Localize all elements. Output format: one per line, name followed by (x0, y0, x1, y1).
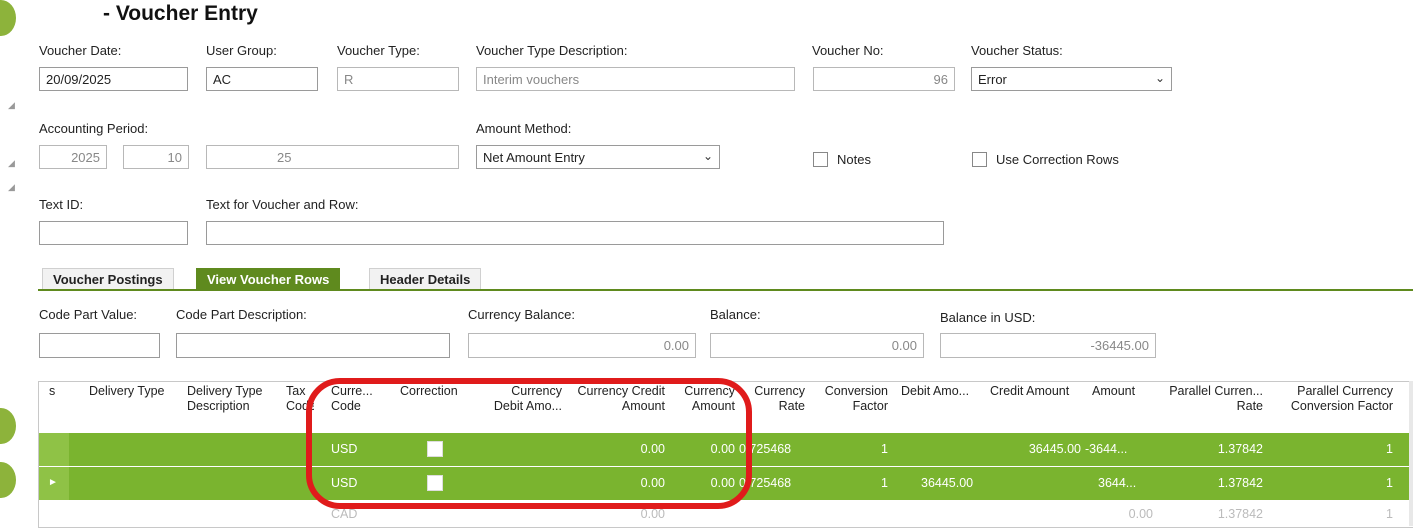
status-bubble (0, 0, 16, 36)
notes-label: Notes (837, 152, 871, 167)
col-header[interactable]: s (49, 384, 55, 399)
col-header[interactable]: Currency Rate (749, 384, 805, 414)
voucher-type-field[interactable]: R (337, 67, 459, 91)
side-marker-icon: ◢ (8, 100, 15, 110)
voucher-status-value: Error (978, 72, 1007, 87)
tab-voucher-postings[interactable]: Voucher Postings (42, 268, 174, 290)
cell-parallel-factor: 1 (1386, 476, 1393, 490)
cell-amount: 0.00 (1128, 507, 1153, 521)
side-marker-icon: ◢ (8, 158, 15, 168)
voucher-status-select[interactable]: Error ⌄ (971, 67, 1172, 91)
voucher-type-label: Voucher Type: (337, 43, 420, 58)
col-header[interactable]: Debit Amo... (901, 384, 969, 399)
col-header[interactable]: Delivery Type (89, 384, 165, 399)
voucher-date-field[interactable]: 20/09/2025 (39, 67, 188, 91)
cell-parallel-rate: 1.37842 (1217, 507, 1263, 521)
amount-method-label: Amount Method: (476, 121, 572, 136)
voucher-no-field[interactable]: 96 (813, 67, 955, 91)
accounting-period-text-field[interactable]: 25 (206, 145, 459, 169)
cell-parallel-factor: 1 (1386, 442, 1393, 456)
balance-field[interactable]: 0.00 (710, 333, 924, 358)
balance-usd-field[interactable]: -36445.00 (940, 333, 1156, 358)
col-header[interactable]: Parallel Currency Conversion Factor (1265, 384, 1393, 414)
cell-currency-credit: 0.00 (640, 507, 665, 521)
user-group-field[interactable]: AC (206, 67, 318, 91)
cell-currency-code: CAD (331, 507, 358, 521)
col-header[interactable]: Conversion Factor (811, 384, 888, 414)
chevron-down-icon: ⌄ (1154, 71, 1165, 85)
balance-label: Balance: (710, 307, 761, 322)
amount-method-value: Net Amount Entry (483, 150, 585, 165)
user-group-label: User Group: (206, 43, 277, 58)
col-header[interactable]: Credit Amount (990, 384, 1069, 399)
tab-header-details[interactable]: Header Details (369, 268, 482, 290)
chevron-down-icon: ⌄ (702, 149, 713, 163)
accounting-period-field[interactable]: 10 (123, 145, 189, 169)
col-header[interactable]: Delivery Type Description (187, 384, 279, 414)
highlight-annotation (306, 378, 752, 509)
voucher-status-label: Voucher Status: (971, 43, 1063, 58)
cell-amount: -3644... (1085, 442, 1128, 456)
use-correction-rows-label: Use Correction Rows (996, 152, 1119, 167)
cell-parallel-rate: 1.37842 (1217, 442, 1263, 456)
cell-credit-amount: 36445.00 (1028, 442, 1081, 456)
accounting-year-field[interactable]: 2025 (39, 145, 107, 169)
notes-checkbox[interactable] (813, 152, 828, 167)
code-part-value-field[interactable] (39, 333, 160, 358)
page-title: - Voucher Entry (103, 2, 258, 25)
use-correction-rows-checkbox[interactable] (972, 152, 987, 167)
tab-underline (38, 289, 1413, 291)
voucher-date-label: Voucher Date: (39, 43, 122, 58)
cell-parallel-rate: 1.37842 (1217, 476, 1263, 490)
code-part-desc-label: Code Part Description: (176, 307, 307, 322)
tab-view-voucher-rows[interactable]: View Voucher Rows (196, 268, 341, 290)
row-selector[interactable]: ► (39, 467, 69, 500)
text-voucher-row-field[interactable] (206, 221, 944, 245)
currency-balance-field[interactable]: 0.00 (468, 333, 696, 358)
status-bubble (0, 462, 16, 498)
text-voucher-row-label: Text for Voucher and Row: (206, 197, 359, 212)
voucher-type-desc-label: Voucher Type Description: (476, 43, 628, 58)
currency-balance-label: Currency Balance: (468, 307, 575, 322)
cell-parallel-factor: 1 (1386, 507, 1393, 521)
accounting-period-label: Accounting Period: (39, 121, 149, 136)
code-part-value-label: Code Part Value: (39, 307, 138, 322)
current-row-arrow-icon: ► (48, 477, 58, 488)
voucher-no-label: Voucher No: (812, 43, 884, 58)
cell-conversion-factor: 1 (881, 442, 888, 456)
cell-conversion-factor: 1 (881, 476, 888, 490)
cell-amount: 3644... (1098, 476, 1137, 490)
text-id-field[interactable] (39, 221, 188, 245)
col-header[interactable]: Amount (1092, 384, 1135, 399)
cell-debit-amount: 36445.00 (921, 476, 974, 490)
balance-usd-label: Balance in USD: (940, 310, 1036, 325)
text-id-label: Text ID: (39, 197, 84, 212)
grid-scrollbar[interactable] (1409, 381, 1413, 526)
col-header[interactable]: Parallel Curren... Rate (1149, 384, 1263, 414)
row-selector[interactable] (39, 433, 69, 466)
code-part-desc-field[interactable] (176, 333, 450, 358)
amount-method-select[interactable]: Net Amount Entry ⌄ (476, 145, 720, 169)
side-marker-icon: ◢ (8, 182, 15, 192)
voucher-type-desc-field[interactable]: Interim vouchers (476, 67, 795, 91)
status-bubble (0, 408, 16, 444)
